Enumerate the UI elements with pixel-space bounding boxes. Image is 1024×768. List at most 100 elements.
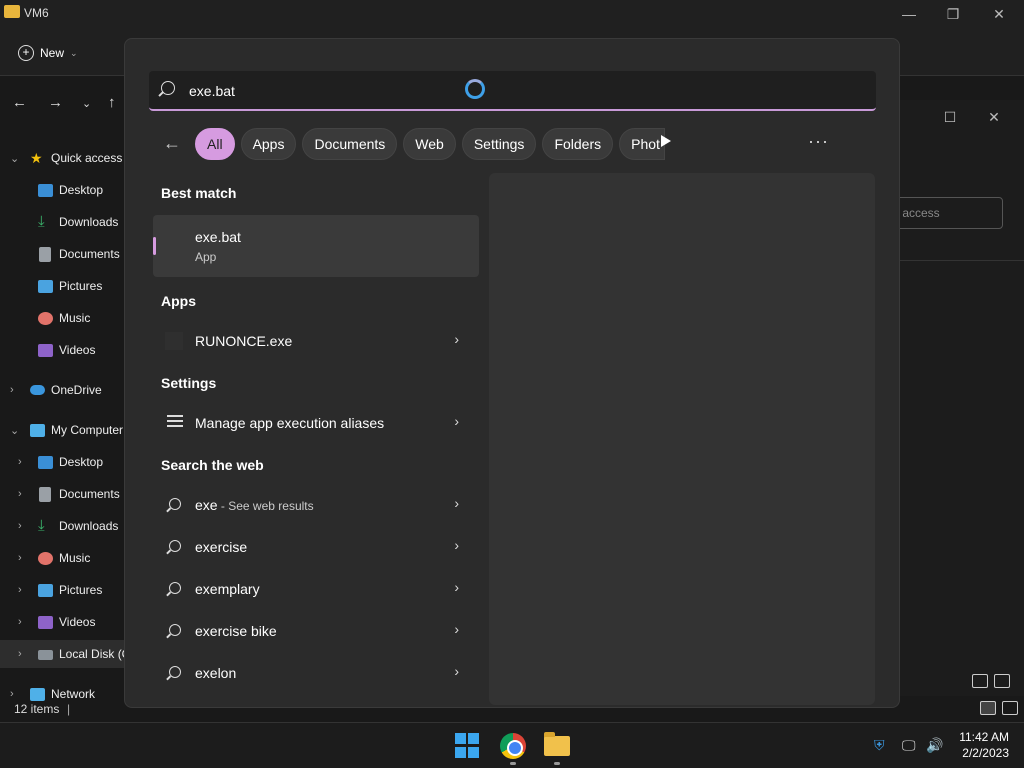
volume-icon[interactable]: 🔊	[926, 737, 943, 754]
sidebar-item-quick-access[interactable]: ⌄ ★ Quick access	[0, 144, 130, 172]
chevron-right-icon[interactable]: ›	[454, 495, 459, 511]
chevron-down-icon[interactable]: ⌄	[10, 152, 20, 165]
chevron-right-icon[interactable]: ›	[18, 520, 28, 532]
chevron-down-icon: ⌄	[70, 47, 78, 58]
start-button-windows-icon[interactable]	[455, 733, 481, 759]
sidebar-item-music-2[interactable]: › Music	[0, 544, 130, 572]
filter-chips: All Apps Documents Web Settings Folders …	[195, 127, 666, 161]
sidebar-item-videos-2[interactable]: › Videos	[0, 608, 130, 636]
chevron-right-icon[interactable]: ›	[18, 552, 28, 564]
sidebar-item-label: Quick access	[51, 151, 123, 165]
sidebar-item-documents-2[interactable]: › Documents	[0, 480, 130, 508]
chevron-right-icon[interactable]: ›	[454, 413, 459, 429]
window-title: VM6	[24, 6, 49, 20]
chevron-right-icon[interactable]: ›	[18, 488, 28, 500]
star-icon: ★	[30, 150, 43, 166]
sidebar-item-pictures-2[interactable]: › Pictures	[0, 576, 130, 604]
filter-apps[interactable]: Apps	[240, 128, 297, 160]
computer-icon	[30, 423, 45, 437]
sidebar-item-local-disk[interactable]: › Local Disk (C	[0, 640, 130, 668]
filter-folders[interactable]: Folders	[542, 128, 614, 160]
app-result-runonce[interactable]: RUNONCE.exe ›	[153, 321, 479, 361]
back-arrow-icon[interactable]: ←	[12, 94, 27, 111]
web-result-exelon[interactable]: exelon ›	[153, 653, 479, 693]
scroll-filters-right-icon[interactable]	[661, 135, 671, 147]
sidebar-item-label: OneDrive	[51, 383, 102, 397]
best-match-heading: Best match	[161, 185, 237, 201]
new-button[interactable]: + New ⌄	[18, 40, 78, 66]
chevron-right-icon[interactable]: ›	[454, 579, 459, 595]
videos-icon	[38, 343, 53, 357]
more-options-icon[interactable]: ···	[808, 131, 829, 152]
chevron-right-icon[interactable]: ›	[454, 537, 459, 553]
sidebar-item-my-computer[interactable]: ⌄ My Computer	[0, 416, 130, 444]
shield-icon[interactable]: ⛨	[874, 737, 885, 754]
search-icon	[169, 498, 181, 510]
web-result-label: exe - See web results	[195, 497, 314, 513]
chevron-down-icon[interactable]: ⌄	[10, 424, 20, 437]
web-result-exercise-bike[interactable]: exercise bike ›	[153, 611, 479, 651]
up-arrow-icon[interactable]: ↑	[108, 94, 116, 111]
best-match-subtitle: App	[195, 250, 217, 264]
close-icon[interactable]: ✕	[985, 108, 1003, 126]
chevron-right-icon[interactable]: ›	[18, 616, 28, 628]
restore-icon[interactable]: ☐	[941, 108, 959, 126]
search-box[interactable]	[149, 71, 876, 111]
chevron-right-icon[interactable]: ›	[454, 331, 459, 347]
details-view-icon[interactable]	[972, 674, 988, 688]
clock[interactable]: 11:42 AM 2/2/2023	[954, 729, 1009, 761]
best-match-item[interactable]: exe.bat App	[153, 215, 479, 277]
chrome-icon[interactable]	[500, 733, 526, 759]
filter-documents[interactable]: Documents	[302, 128, 398, 160]
cloud-icon	[30, 385, 45, 395]
tiles-view-icon[interactable]	[994, 674, 1010, 688]
pictures-icon	[38, 583, 53, 597]
sidebar-item-desktop-2[interactable]: › Desktop	[0, 448, 130, 476]
close-icon[interactable]: ✕	[990, 5, 1008, 23]
file-explorer-icon[interactable]	[544, 732, 570, 756]
recent-chevron-icon[interactable]: ⌄	[82, 97, 91, 110]
selection-indicator	[153, 237, 156, 255]
chevron-right-icon[interactable]: ›	[454, 621, 459, 637]
minimize-icon[interactable]: —	[900, 5, 918, 23]
apps-heading: Apps	[161, 293, 196, 309]
forward-arrow-icon[interactable]: →	[48, 94, 63, 111]
back-arrow-icon[interactable]: ←	[163, 133, 181, 154]
search-flyout: ← All Apps Documents Web Settings Folder…	[124, 38, 900, 708]
restore-icon[interactable]: ❐	[944, 5, 962, 23]
chevron-right-icon[interactable]: ›	[10, 688, 20, 700]
filter-photos[interactable]: Phot	[619, 128, 666, 160]
title-bar: VM6 — ❐ ✕	[0, 0, 1024, 30]
sidebar-item-label: Documents	[59, 247, 120, 261]
folder-icon	[4, 5, 20, 18]
chevron-right-icon[interactable]: ›	[10, 384, 20, 396]
filter-settings[interactable]: Settings	[461, 128, 537, 160]
search-input[interactable]	[189, 81, 409, 101]
filter-web[interactable]: Web	[403, 128, 456, 160]
sidebar-item-downloads-2[interactable]: › ⤓ Downloads	[0, 512, 130, 540]
document-icon	[39, 486, 51, 502]
chevron-right-icon[interactable]: ›	[18, 648, 28, 660]
sidebar-item-music[interactable]: Music	[0, 304, 130, 332]
sidebar-item-videos[interactable]: Videos	[0, 336, 130, 364]
chevron-right-icon[interactable]: ›	[18, 456, 28, 468]
web-result-exercise[interactable]: exercise ›	[153, 527, 479, 567]
filter-all[interactable]: All	[195, 128, 235, 160]
network-icon[interactable]: 🖵	[902, 737, 916, 754]
chevron-right-icon[interactable]: ›	[18, 584, 28, 596]
details-view-icon[interactable]	[980, 701, 996, 715]
sidebar-item-onedrive[interactable]: › OneDrive	[0, 376, 130, 404]
chevron-right-icon[interactable]: ›	[454, 663, 459, 679]
music-icon	[38, 311, 53, 325]
web-result-exemplary[interactable]: exemplary ›	[153, 569, 479, 609]
sidebar-item-desktop[interactable]: Desktop	[0, 176, 130, 204]
web-result-exe[interactable]: exe - See web results ›	[153, 485, 479, 525]
setting-result-aliases[interactable]: Manage app execution aliases ›	[153, 403, 479, 443]
tiles-view-icon[interactable]	[1002, 701, 1018, 715]
drive-icon	[38, 650, 53, 660]
search-web-heading: Search the web	[161, 457, 264, 473]
sidebar-item-documents[interactable]: Documents	[0, 240, 130, 268]
sidebar-item-pictures[interactable]: Pictures	[0, 272, 130, 300]
sidebar-item-downloads[interactable]: ⤓ Downloads	[0, 208, 130, 236]
search-icon	[169, 624, 181, 636]
